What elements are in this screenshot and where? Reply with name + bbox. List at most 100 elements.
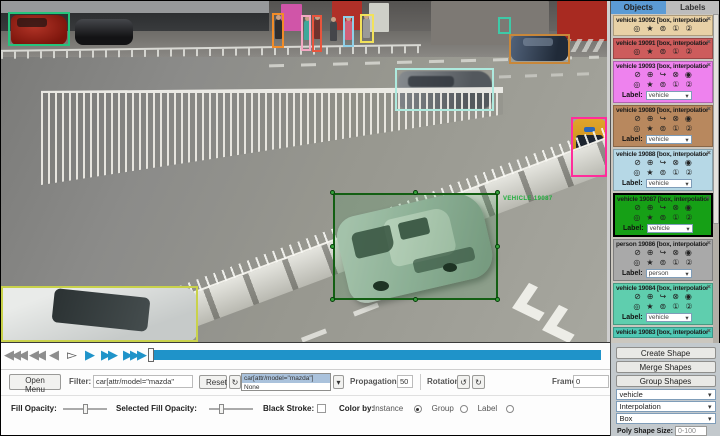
next-frame-button[interactable]: ▶ <box>85 346 92 364</box>
hide-icon[interactable]: ◎ <box>633 47 640 57</box>
next-keyframe-icon[interactable]: ② <box>685 80 692 90</box>
keyframe-icon[interactable]: ↪ <box>660 292 667 302</box>
person-box[interactable] <box>360 14 374 43</box>
next-keyframe-icon[interactable]: ② <box>685 213 692 223</box>
filter-preset-list[interactable]: car[attr/model="mazda"]None <box>241 373 331 391</box>
prev-keyframe-icon[interactable]: ① <box>672 168 679 178</box>
scrollbar-thumb[interactable] <box>713 14 719 224</box>
outside-icon[interactable]: ⊗ <box>672 292 679 302</box>
label-select[interactable]: vehicle▾ <box>616 389 716 400</box>
refresh-icon[interactable]: ↻ <box>229 375 241 389</box>
object-card[interactable]: vehicle 19083 [box, interpolation] × <box>613 327 713 338</box>
frame-input[interactable] <box>573 375 609 388</box>
rotate-ccw-icon[interactable]: ↺ <box>457 375 470 389</box>
object-label-select[interactable]: vehicle▾ <box>646 313 692 322</box>
vehicle-box[interactable] <box>395 68 494 111</box>
first-frame-button[interactable]: ◀◀◀ <box>4 346 25 364</box>
object-card[interactable]: vehicle 19084 [box, interpolation] × ⊘⊕↪… <box>613 283 713 325</box>
resize-handle[interactable] <box>330 244 335 249</box>
occluded-icon[interactable]: ⊕ <box>647 114 654 124</box>
object-card[interactable]: vehicle 19089 [box, interpolation] × ⊘⊕↪… <box>613 105 713 147</box>
prev-keyframe-icon[interactable]: ① <box>672 302 679 312</box>
color-by-radio-instance[interactable] <box>414 405 422 413</box>
keyframe-icon[interactable]: ↪ <box>660 158 667 168</box>
lock-icon[interactable]: ⊘ <box>634 70 641 80</box>
prev-keyframe-icon[interactable]: ① <box>672 24 679 34</box>
person-box[interactable] <box>343 16 354 47</box>
poly-shape-size-input[interactable] <box>675 426 707 436</box>
outside-icon[interactable]: ⊗ <box>672 114 679 124</box>
keyframe-icon[interactable]: ↪ <box>660 70 667 80</box>
star-icon[interactable]: ★ <box>646 302 653 312</box>
occluded-icon[interactable]: ⊕ <box>647 292 654 302</box>
preset-dropdown-icon[interactable]: ▾ <box>333 375 344 389</box>
merge-icon[interactable]: ◉ <box>685 114 692 124</box>
occluded-icon[interactable]: ⊕ <box>647 70 654 80</box>
hide-icon[interactable]: ◎ <box>633 80 640 90</box>
vehicle-box[interactable] <box>571 117 607 177</box>
star-icon[interactable]: ★ <box>646 80 653 90</box>
mode-select[interactable]: Interpolation▾ <box>616 401 716 412</box>
last-frame-button[interactable]: ▶▶▶ <box>123 346 144 364</box>
vehicle-box[interactable] <box>1 286 198 342</box>
next-keyframe-icon[interactable]: ② <box>685 258 692 268</box>
person-box[interactable] <box>301 15 311 51</box>
vehicle-box[interactable] <box>333 193 498 300</box>
object-label-select[interactable]: person▾ <box>646 269 692 278</box>
seek-slider-handle[interactable] <box>148 348 154 362</box>
vehicle-box[interactable] <box>498 17 511 34</box>
background-icon[interactable]: ⊚ <box>660 47 667 57</box>
keyframe-icon[interactable]: ↪ <box>660 248 667 258</box>
hide-icon[interactable]: ◎ <box>633 302 640 312</box>
object-card[interactable]: person 19086 [box, interpolation] × ⊘⊕↪⊗… <box>613 239 713 281</box>
merge-icon[interactable]: ◉ <box>685 70 692 80</box>
prev-frame-button[interactable]: ◀ <box>49 346 56 364</box>
next-keyframe-icon[interactable]: ② <box>685 168 692 178</box>
background-icon[interactable]: ⊚ <box>660 168 667 178</box>
close-icon[interactable]: × <box>707 240 711 247</box>
rotate-cw-icon[interactable]: ↻ <box>472 375 485 389</box>
object-label-select[interactable]: vehicle▾ <box>646 135 692 144</box>
filter-input[interactable] <box>93 375 193 388</box>
star-icon[interactable]: ★ <box>646 24 653 34</box>
next-keyframe-icon[interactable]: ② <box>685 47 692 57</box>
propagation-input[interactable] <box>397 375 413 388</box>
black-stroke-checkbox[interactable] <box>317 404 326 413</box>
reset-filter-button[interactable]: Reset <box>199 375 227 389</box>
occluded-icon[interactable]: ⊕ <box>647 158 654 168</box>
close-icon[interactable]: × <box>707 328 711 335</box>
occluded-icon[interactable]: ⊕ <box>647 203 654 213</box>
hide-icon[interactable]: ◎ <box>633 168 640 178</box>
close-icon[interactable]: × <box>707 106 711 113</box>
color-by-radio-group[interactable] <box>460 405 468 413</box>
background-icon[interactable]: ⊚ <box>660 258 667 268</box>
object-card[interactable]: vehicle 19092 [box, interpolation] × ◎★⊚… <box>613 15 713 36</box>
merge-icon[interactable]: ◉ <box>685 203 692 213</box>
object-label-select[interactable]: vehicle▾ <box>647 224 693 233</box>
close-icon[interactable]: × <box>707 16 711 23</box>
object-card[interactable]: vehicle 19091 [box, interpolation] × ◎★⊚… <box>613 38 713 59</box>
keyframe-icon[interactable]: ↪ <box>660 203 667 213</box>
close-icon[interactable]: × <box>707 62 711 69</box>
merge-shapes-button[interactable]: Merge Shapes <box>616 361 716 373</box>
vehicle-box[interactable] <box>8 12 70 46</box>
fill-opacity-slider[interactable] <box>63 408 107 410</box>
open-menu-button[interactable]: Open Menu <box>9 374 61 390</box>
merge-icon[interactable]: ◉ <box>685 248 692 258</box>
close-icon[interactable]: × <box>706 195 710 202</box>
hide-icon[interactable]: ◎ <box>633 213 640 223</box>
resize-handle[interactable] <box>330 297 335 302</box>
object-label-select[interactable]: vehicle▾ <box>646 179 692 188</box>
selected-fill-opacity-slider[interactable] <box>209 408 253 410</box>
tab-objects[interactable]: Objects <box>611 1 666 14</box>
lock-icon[interactable]: ⊘ <box>634 158 641 168</box>
next-keyframe-icon[interactable]: ② <box>685 302 692 312</box>
forward-fast-button[interactable]: ▶▶ <box>101 346 115 364</box>
seek-slider-track[interactable] <box>154 350 601 360</box>
merge-icon[interactable]: ◉ <box>685 292 692 302</box>
sidebar-scrollbar[interactable] <box>713 14 719 343</box>
selected-fill-opacity-handle[interactable] <box>219 404 224 414</box>
close-icon[interactable]: × <box>707 284 711 291</box>
lock-icon[interactable]: ⊘ <box>634 114 641 124</box>
prev-keyframe-icon[interactable]: ① <box>672 258 679 268</box>
